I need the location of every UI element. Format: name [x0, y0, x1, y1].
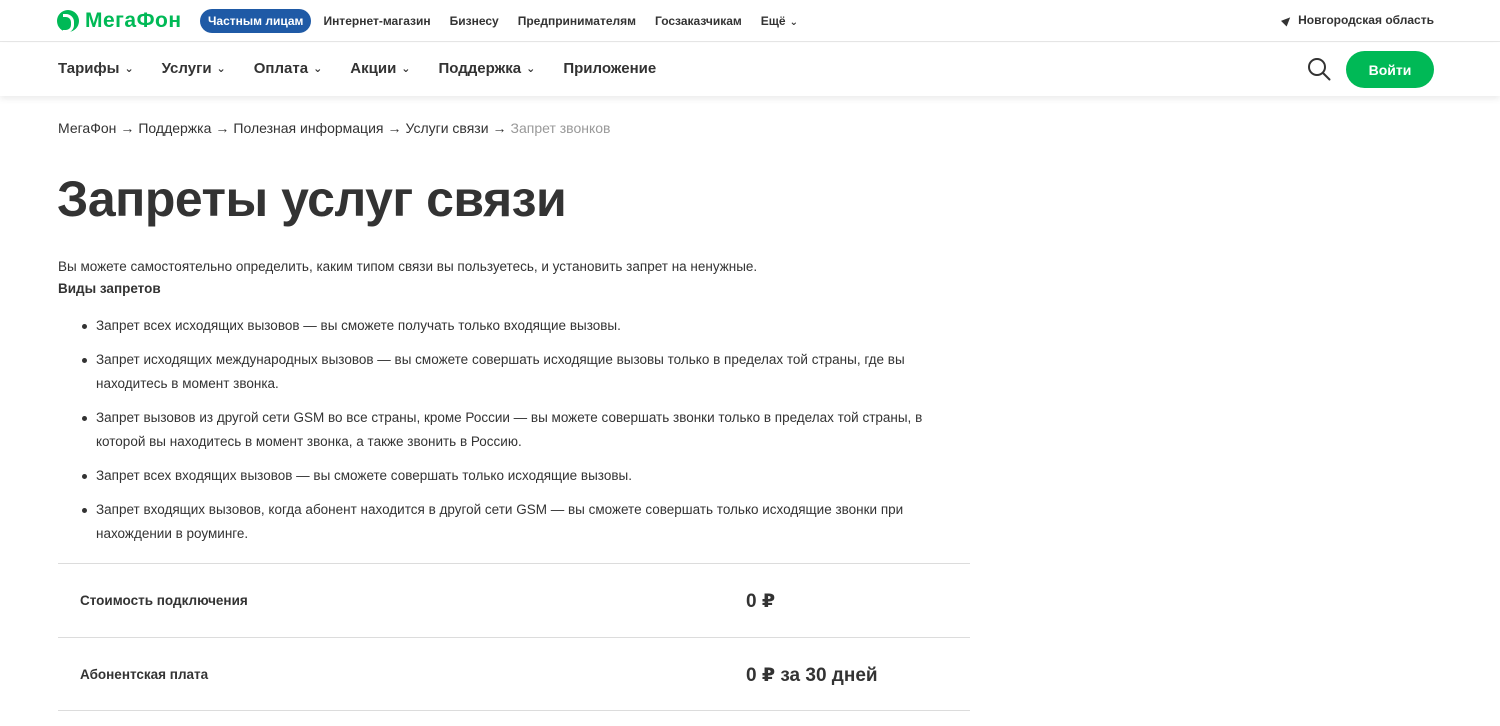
segment-business[interactable]: Бизнесу [450, 14, 499, 28]
segment-nav: Частным лицам Интернет-магазин Бизнесу П… [200, 8, 817, 33]
location-arrow-icon [1281, 13, 1294, 27]
intro-text: Вы можете самостоятельно определить, как… [58, 259, 758, 274]
price-label: Стоимость подключения [80, 593, 248, 608]
price-value: 0 ₽ за 30 дней [746, 665, 878, 686]
nav-tariffs[interactable]: Тарифы ⌄ [58, 60, 134, 77]
login-button[interactable]: Войти [1346, 51, 1434, 88]
breadcrumb-separator: → [120, 120, 135, 136]
nav-tariffs-label: Тарифы [58, 60, 120, 77]
list-item: Запрет входящих вызовов, когда абонент н… [80, 498, 970, 546]
breadcrumb-separator: → [387, 120, 402, 136]
segment-private[interactable]: Частным лицам [200, 8, 312, 33]
table-row: Абонентская плата 0 ₽ за 30 дней [58, 637, 970, 711]
restrictions-subheading: Виды запретов [58, 281, 161, 296]
chevron-down-icon: ⌄ [789, 16, 798, 28]
page-title: Запреты услуг связи [57, 171, 567, 227]
price-label: Абонентская плата [80, 667, 209, 682]
table-row: Стоимость подключения 0 ₽ [58, 563, 970, 637]
breadcrumb-current: Запрет звонков [510, 120, 611, 136]
nav-payment-label: Оплата [253, 60, 309, 77]
chevron-down-icon: ⌄ [401, 63, 411, 75]
restrictions-list: Запрет всех исходящих вызовов — вы сможе… [80, 314, 970, 556]
nav-services[interactable]: Услуги ⌄ [162, 60, 226, 77]
segment-shop[interactable]: Интернет-магазин [323, 14, 430, 28]
chevron-down-icon: ⌄ [124, 63, 134, 75]
nav-services-label: Услуги [161, 60, 212, 77]
main-nav: Тарифы ⌄ Услуги ⌄ Оплата ⌄ Акции ⌄ Поддержка… [0, 43, 1500, 96]
list-item: Запрет вызовов из другой сети GSM во все… [80, 406, 970, 454]
breadcrumb-separator: → [215, 120, 230, 136]
top-bar: МегаФон Частным лицам Интернет-магазин Б… [0, 0, 1500, 42]
breadcrumb-home[interactable]: МегаФон [58, 120, 116, 136]
search-icon[interactable] [1307, 57, 1331, 81]
nav-support-label: Поддержка [438, 60, 522, 77]
breadcrumb-separator: → [492, 120, 507, 136]
chevron-down-icon: ⌄ [313, 63, 323, 75]
segment-more-label: Ещё [760, 13, 786, 28]
nav-app[interactable]: Приложение [563, 60, 656, 77]
list-item: Запрет всех входящих вызовов — вы сможет… [80, 464, 970, 488]
logo-text: МегаФон [85, 9, 182, 32]
megafon-logo[interactable]: МегаФон [57, 9, 182, 33]
region-label: Новгородская область [1298, 13, 1434, 27]
breadcrumb-useful-info[interactable]: Полезная информация [233, 120, 383, 136]
breadcrumb: МегаФон → Поддержка → Полезная информация → Ус… [58, 120, 611, 136]
nav-promotions-label: Акции [350, 60, 397, 77]
list-item: Запрет всех исходящих вызовов — вы сможе… [80, 314, 970, 338]
breadcrumb-support[interactable]: Поддержка [138, 120, 211, 136]
segment-entrepreneurs[interactable]: Предпринимателям [518, 14, 636, 28]
segment-more[interactable]: Ещё ⌄ [761, 14, 798, 28]
nav-payment[interactable]: Оплата ⌄ [254, 60, 323, 77]
list-item: Запрет исходящих международных вызовов —… [80, 348, 970, 396]
main-nav-links: Тарифы ⌄ Услуги ⌄ Оплата ⌄ Акции ⌄ Поддержка… [58, 60, 684, 77]
pricing-table: Стоимость подключения 0 ₽ Абонентская пл… [58, 563, 970, 711]
price-value: 0 ₽ [746, 591, 776, 612]
nav-support[interactable]: Поддержка ⌄ [439, 60, 536, 77]
breadcrumb-communication-services[interactable]: Услуги связи [405, 120, 488, 136]
nav-promotions[interactable]: Акции ⌄ [350, 60, 410, 77]
region-selector[interactable]: Новгородская область [1281, 13, 1434, 27]
segment-government[interactable]: Госзаказчикам [655, 14, 742, 28]
megafon-logo-icon [57, 10, 79, 33]
chevron-down-icon: ⌄ [216, 63, 226, 75]
chevron-down-icon: ⌄ [526, 63, 536, 75]
